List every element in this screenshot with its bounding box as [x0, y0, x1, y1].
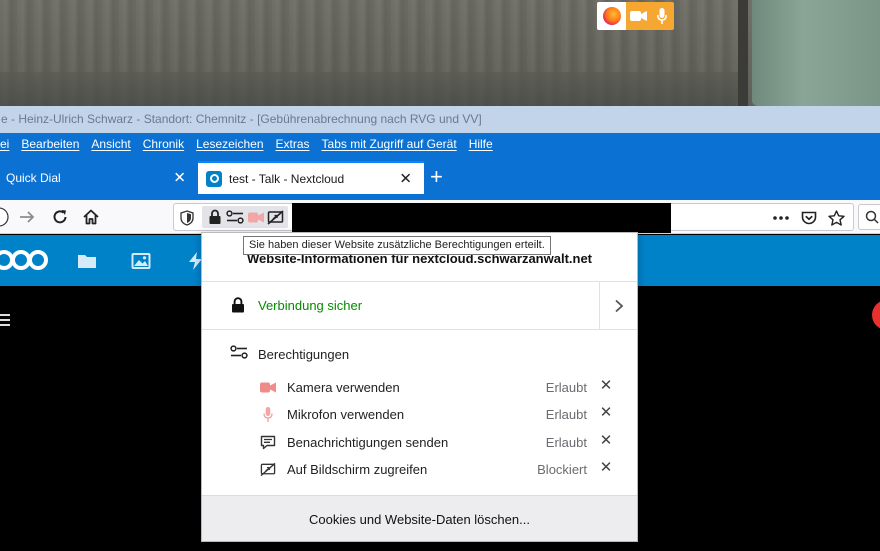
menu-synced-tabs[interactable]: Tabs mit Zugriff auf Gerät: [322, 137, 457, 151]
permission-row-notifications: Benachrichtigungen senden Erlaubt ✕: [202, 429, 637, 455]
permission-state: Blockiert: [537, 462, 587, 477]
remove-permission-button[interactable]: ✕: [598, 433, 614, 449]
tracking-protection-icon[interactable]: [178, 209, 196, 227]
page-actions-icon[interactable]: [772, 209, 790, 227]
menu-icon[interactable]: [0, 314, 10, 329]
firefox-icon: [597, 2, 626, 30]
permission-state: Erlaubt: [545, 380, 587, 395]
permission-label: Benachrichtigungen senden: [287, 435, 449, 450]
menu-history[interactable]: Chronik: [143, 137, 184, 151]
remove-permission-button[interactable]: ✕: [598, 460, 614, 476]
files-app-icon[interactable]: [77, 251, 97, 271]
menu-edit[interactable]: Bearbeiten: [21, 137, 79, 151]
nextcloud-logo[interactable]: [0, 250, 48, 270]
permission-row-screen: Auf Bildschirm zugreifen Blockiert ✕: [202, 456, 637, 482]
menu-bar: ei Bearbeiten Ansicht Chronik Lesezeiche…: [0, 133, 880, 155]
permission-label: Auf Bildschirm zugreifen: [287, 462, 428, 477]
lock-icon: [206, 208, 224, 226]
clear-cookies-button[interactable]: Cookies und Website-Daten löschen...: [202, 495, 637, 541]
window-title: e - Heinz-Ulrich Schwarz - Standort: Che…: [0, 106, 880, 133]
permissions-heading: Berechtigungen: [258, 347, 350, 362]
permission-row-camera: Kamera verwenden Erlaubt ✕: [202, 374, 637, 400]
remove-permission-button[interactable]: ✕: [598, 378, 614, 394]
permission-state: Erlaubt: [545, 407, 587, 422]
navigation-bar: [0, 200, 880, 234]
notification-icon: [260, 434, 276, 450]
camera-icon: [260, 379, 276, 395]
tab-talk-nextcloud[interactable]: test - Talk - Nextcloud ✕: [198, 161, 424, 194]
search-input[interactable]: [858, 204, 880, 230]
permissions-icon: [226, 208, 244, 226]
close-icon[interactable]: ✕: [173, 170, 186, 185]
connection-status-label: Verbindung sicher: [258, 298, 363, 313]
microphone-icon: [260, 406, 276, 422]
lock-icon: [232, 297, 244, 313]
chevron-right-icon: [614, 299, 623, 312]
reload-button[interactable]: [49, 206, 71, 228]
remove-permission-button[interactable]: ✕: [598, 405, 614, 421]
backdrop-pole: [738, 0, 748, 106]
sharing-indicator[interactable]: [597, 2, 674, 30]
menu-file[interactable]: ei: [0, 137, 9, 151]
forward-button[interactable]: [16, 206, 38, 228]
back-button[interactable]: [0, 206, 10, 228]
pocket-icon[interactable]: [800, 209, 818, 227]
connection-security-row[interactable]: Verbindung sicher: [202, 282, 637, 330]
hangup-button[interactable]: [872, 300, 880, 330]
camera-icon: [247, 208, 265, 226]
new-tab-button[interactable]: +: [430, 166, 443, 188]
tab-label: Quick Dial: [6, 170, 61, 185]
search-icon: [865, 210, 879, 224]
screen-share-blocked-icon: [260, 461, 276, 477]
camera-icon: [626, 10, 650, 22]
site-identity-button[interactable]: [202, 206, 288, 228]
permission-row-microphone: Mikrofon verwenden Erlaubt ✕: [202, 401, 637, 427]
permission-label: Kamera verwenden: [287, 380, 400, 395]
desktop-backdrop: [0, 0, 880, 106]
nextcloud-talk-icon: [206, 170, 222, 187]
connection-details-button[interactable]: [599, 282, 637, 329]
home-button[interactable]: [80, 206, 102, 228]
backdrop-object: [752, 0, 880, 106]
menu-view[interactable]: Ansicht: [91, 137, 130, 151]
bookmark-star-icon[interactable]: [827, 209, 845, 227]
screen-share-blocked-icon: [266, 208, 284, 226]
menu-help[interactable]: Hilfe: [469, 137, 493, 151]
permissions-tooltip: Sie haben dieser Website zusätzliche Ber…: [243, 236, 551, 255]
tab-quick-dial[interactable]: Quick Dial ✕: [0, 163, 198, 192]
tab-strip: Quick Dial ✕ test - Talk - Nextcloud ✕ +: [0, 155, 880, 200]
url-text-redacted: [292, 203, 671, 233]
url-bar[interactable]: [173, 203, 854, 233]
menu-bookmarks[interactable]: Lesezeichen: [196, 137, 263, 151]
close-icon[interactable]: ✕: [399, 171, 412, 186]
menu-tools[interactable]: Extras: [276, 137, 310, 151]
backdrop-ground: [0, 72, 740, 106]
site-information-panel: Website-Informationen für nextcloud.schw…: [201, 232, 638, 542]
permission-state: Erlaubt: [545, 435, 587, 450]
photos-app-icon[interactable]: [131, 251, 151, 271]
permissions-icon: [230, 345, 248, 359]
tab-label: test - Talk - Nextcloud: [229, 171, 345, 186]
permission-label: Mikrofon verwenden: [287, 407, 405, 422]
permissions-section: Berechtigungen: [202, 331, 637, 371]
microphone-icon: [650, 8, 674, 24]
